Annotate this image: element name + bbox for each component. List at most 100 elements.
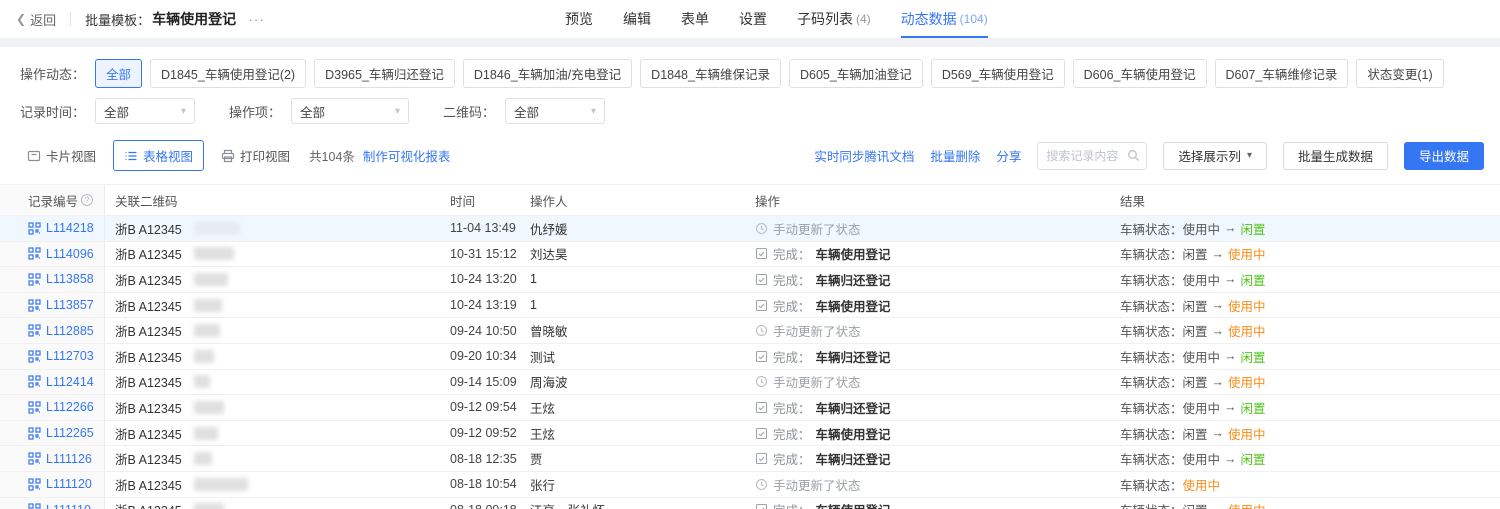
table-row-4[interactable]: L112885 浙B A12345 09-24 10:50 曾晓敏 手动更新了状… [0, 318, 1500, 344]
table-row-3[interactable]: L113857 浙B A12345 10-24 13:19 1 完成：车辆使用登… [0, 293, 1500, 319]
tab-0[interactable]: 预览 [565, 0, 593, 38]
tab-5[interactable]: 动态数据 (104) [901, 0, 988, 38]
operation-cell: 手动更新了状态 [755, 321, 1120, 340]
result-to-status: 使用中 [1228, 424, 1266, 443]
result-cell: 车辆状态： 使用中 → 闲置 [1120, 219, 1500, 238]
table-row-1[interactable]: L114096 浙B A12345 10-31 15:12 刘达昊 完成：车辆使… [0, 242, 1500, 268]
action-filter-chip-1[interactable]: D1845_车辆使用登记(2) [150, 59, 306, 88]
operator-cell: 王炫 [530, 424, 755, 443]
operation-cell: 完成：车辆归还登记 [755, 398, 1120, 417]
content: 操作动态： 全部 D1845_车辆使用登记(2) D3965_车辆归还登记 D1… [0, 47, 1500, 509]
action-filter-chip-5[interactable]: D605_车辆加油登记 [789, 59, 923, 88]
arrow-right-icon: → [1212, 247, 1225, 261]
action-filter-chip-3[interactable]: D1846_车辆加油/充电登记 [463, 59, 632, 88]
filter-select-1[interactable]: 全部 ▾ [291, 98, 409, 124]
choose-columns-button[interactable]: 选择展示列 ▾ [1163, 142, 1267, 170]
help-icon[interactable]: ? [81, 194, 93, 206]
operation-action: 车辆使用登记 [816, 244, 891, 263]
result-from-status: 闲置 [1183, 321, 1208, 340]
filter-select-label: 记录时间： [20, 102, 85, 121]
time-cell: 08-18 09:18 [450, 503, 530, 509]
table-row-6[interactable]: L112414 浙B A12345 09-14 15:09 周海波 手动更新了状… [0, 370, 1500, 396]
chevron-down-icon: ▾ [1247, 150, 1252, 161]
share-link[interactable]: 分享 [996, 146, 1021, 165]
filter-select-2[interactable]: 全部 ▾ [505, 98, 605, 124]
record-id-link[interactable]: L111110 [46, 503, 91, 509]
sync-docs-link[interactable]: 实时同步腾讯文档 [814, 146, 914, 165]
record-id-link[interactable]: L111120 [46, 477, 92, 491]
table-row-11[interactable]: L111110 浙B A12345 08-18 09:18 江亮，张礼怀 完成：… [0, 498, 1500, 509]
result-to-status: 闲置 [1241, 347, 1266, 366]
export-data-button[interactable]: 导出数据 [1404, 142, 1484, 170]
record-id-cell: L112885 [0, 318, 105, 343]
more-button[interactable]: ··· [248, 11, 265, 27]
form-check-icon [755, 247, 768, 260]
operation-prefix: 完成： [773, 347, 811, 366]
print-view-icon [221, 149, 235, 163]
tab-2[interactable]: 表单 [681, 0, 709, 38]
tab-4[interactable]: 子码列表 (4) [797, 0, 871, 38]
table-row-0[interactable]: L114218 浙B A12345 11-04 13:49 仇纾媛 手动更新了状… [0, 216, 1500, 242]
record-id-link[interactable]: L114096 [46, 247, 94, 261]
redacted-blur [194, 503, 224, 509]
table-row-2[interactable]: L113858 浙B A12345 10-24 13:20 1 完成：车辆归还登… [0, 267, 1500, 293]
form-check-icon [755, 299, 768, 312]
visual-report-link[interactable]: 制作可视化报表 [363, 146, 451, 165]
table-row-8[interactable]: L112265 浙B A12345 09-12 09:52 王炫 完成：车辆使用… [0, 421, 1500, 447]
table-row-10[interactable]: L111120 浙B A12345 08-18 10:54 张行 手动更新了状态… [0, 472, 1500, 498]
qr-name-cell: 浙B A12345 [105, 296, 450, 315]
result-cell: 车辆状态： 闲置 → 使用中 [1120, 500, 1500, 509]
action-filter-row: 操作动态： 全部 D1845_车辆使用登记(2) D3965_车辆归还登记 D1… [0, 47, 1500, 88]
record-id-link[interactable]: L112703 [46, 349, 94, 363]
tab-3[interactable]: 设置 [739, 0, 767, 38]
result-cell: 车辆状态： 闲置 → 使用中 [1120, 244, 1500, 263]
table-row-7[interactable]: L112266 浙B A12345 09-12 09:54 王炫 完成：车辆归还… [0, 395, 1500, 421]
operator-cell: 张行 [530, 475, 755, 494]
result-from-status: 使用中 [1183, 270, 1221, 289]
result-cell: 车辆状态： 闲置 → 使用中 [1120, 424, 1500, 443]
result-to-status: 使用中 [1228, 296, 1266, 315]
time-cell: 09-20 10:34 [450, 349, 530, 363]
back-button[interactable]: ❮ 返回 [16, 10, 56, 29]
action-filter-chip-9[interactable]: 状态变更(1) [1356, 59, 1443, 88]
time-cell: 08-18 12:35 [450, 452, 530, 466]
result-from-status: 使用中 [1183, 398, 1221, 417]
view-button-label: 卡片视图 [46, 146, 96, 165]
action-filter-chip-0[interactable]: 全部 [95, 59, 142, 88]
view-button-1[interactable]: 表格视图 [113, 140, 204, 171]
batch-delete-link[interactable]: 批量删除 [930, 146, 980, 165]
record-id-link[interactable]: L112885 [46, 324, 94, 338]
record-id-cell: L114218 [0, 216, 105, 241]
action-filter-chip-6[interactable]: D569_车辆使用登记 [931, 59, 1065, 88]
record-id-link[interactable]: L113858 [46, 272, 94, 286]
result-cell: 车辆状态： 闲置 → 使用中 [1120, 321, 1500, 340]
form-check-icon [755, 452, 768, 465]
filter-select-0[interactable]: 全部 ▾ [95, 98, 195, 124]
table-row-9[interactable]: L111126 浙B A12345 08-18 12:35 贾 完成：车辆归还登… [0, 446, 1500, 472]
view-button-2[interactable]: 打印视图 [210, 140, 301, 171]
record-id-link[interactable]: L112265 [46, 426, 94, 440]
operation-action: 车辆归还登记 [816, 270, 891, 289]
operation-cell: 完成：车辆使用登记 [755, 244, 1120, 263]
record-id-link[interactable]: L114218 [46, 221, 94, 235]
result-cell: 车辆状态： 使用中 → 闲置 [1120, 398, 1500, 417]
view-button-0[interactable]: 卡片视图 [16, 140, 107, 171]
action-filter-chip-4[interactable]: D1848_车辆维保记录 [640, 59, 781, 88]
action-filter-chip-2[interactable]: D3965_车辆归还登记 [314, 59, 455, 88]
qr-name-text: 浙B A12345 [115, 347, 182, 366]
table-row-5[interactable]: L112703 浙B A12345 09-20 10:34 测试 完成：车辆归还… [0, 344, 1500, 370]
record-id-link[interactable]: L112414 [46, 375, 94, 389]
batch-generate-button[interactable]: 批量生成数据 [1283, 142, 1388, 170]
result-from-status: 使用中 [1183, 347, 1221, 366]
record-id-link[interactable]: L113857 [46, 298, 94, 312]
operation-text: 手动更新了状态 [773, 475, 861, 494]
action-filter-chip-7[interactable]: D606_车辆使用登记 [1073, 59, 1207, 88]
result-prefix: 车辆状态： [1120, 424, 1183, 443]
tab-1[interactable]: 编辑 [623, 0, 651, 38]
operation-action: 车辆归还登记 [816, 347, 891, 366]
action-filter-chip-8[interactable]: D607_车辆维修记录 [1215, 59, 1349, 88]
time-cell: 10-31 15:12 [450, 247, 530, 261]
redacted-blur [194, 247, 234, 260]
record-id-link[interactable]: L112266 [46, 400, 94, 414]
record-id-link[interactable]: L111126 [46, 452, 92, 466]
